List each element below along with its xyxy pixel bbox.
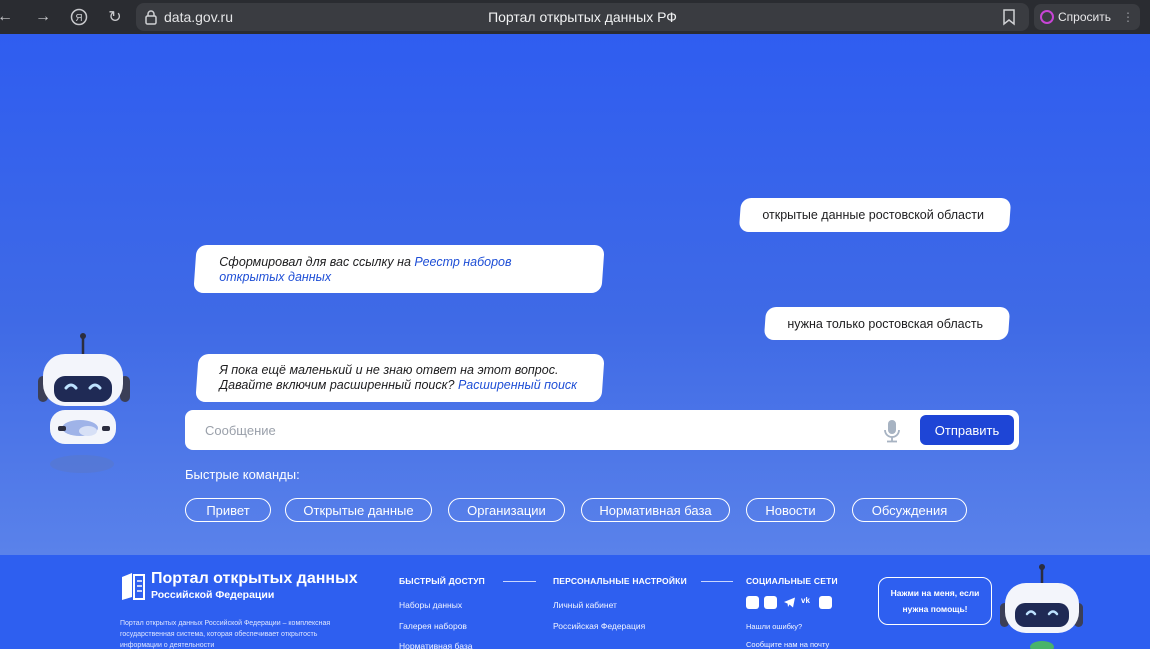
chat-area: открытые данные ростовской области Сформ… <box>0 34 1150 555</box>
gosuslugi-icon[interactable] <box>746 596 759 609</box>
back-icon[interactable]: ← <box>0 6 16 28</box>
footer-link[interactable]: Нормативная база <box>399 641 472 649</box>
microphone-icon[interactable] <box>882 419 902 443</box>
odnoklassniki-icon[interactable] <box>764 596 777 609</box>
portal-description: Портал открытых данных Российской Федера… <box>120 620 331 649</box>
bot-message-text: Давайте включим расширенный поиск? <box>219 378 458 392</box>
quick-commands-label: Быстрые команды: <box>185 467 300 482</box>
bot-message-text: Я пока ещё маленький и не знаю ответ на … <box>219 363 559 377</box>
user-message-text: нужна только ростовская область <box>787 317 984 331</box>
telegram-icon[interactable] <box>783 596 796 609</box>
portal-logo-title[interactable]: Портал открытых данных <box>151 570 358 588</box>
help-robot-icon[interactable] <box>996 563 1086 649</box>
yandex-logo-icon[interactable]: Я <box>68 6 90 28</box>
browser-toolbar: ← → Я ↻ data.gov.ru Портал открытых данн… <box>0 0 1150 34</box>
quick-command-chip[interactable]: Привет <box>185 498 271 522</box>
user-message: нужна только ростовская область <box>763 307 1011 340</box>
forward-icon[interactable]: → <box>32 6 54 28</box>
robot-assistant-icon[interactable] <box>30 332 134 476</box>
send-button[interactable]: Отправить <box>920 415 1014 445</box>
divider <box>701 581 733 582</box>
bot-message-text: Сформировал для вас ссылку на <box>219 255 415 269</box>
social-networks-heading: СОЦИАЛЬНЫЕ СЕТИ <box>746 576 838 586</box>
ask-alice-button[interactable]: Спросить ⋮ <box>1034 4 1140 30</box>
footer-link[interactable]: Российская Федерация <box>553 621 645 631</box>
user-message-text: открытые данные ростовской области <box>762 208 984 222</box>
site-footer: Портал открытых данных Российской Федера… <box>0 555 1150 649</box>
advanced-search-link[interactable]: Расширенный поиск <box>458 378 577 392</box>
vk-icon[interactable]: vk <box>801 596 814 609</box>
help-text: Нажми на меня, если <box>890 588 980 598</box>
quick-command-chip[interactable]: Новости <box>746 498 835 522</box>
footer-link[interactable]: Личный кабинет <box>553 600 617 610</box>
more-icon[interactable]: ⋮ <box>1122 10 1134 24</box>
rutube-icon[interactable] <box>819 596 832 609</box>
tab-title: Портал открытых данных РФ <box>488 9 677 25</box>
found-error-link[interactable]: Нашли ошибку? <box>746 622 802 631</box>
quick-command-chip[interactable]: Открытые данные <box>285 498 432 522</box>
quick-command-chip[interactable]: Организации <box>448 498 565 522</box>
footer-link[interactable]: Галерея наборов <box>399 621 467 631</box>
quick-command-chip[interactable]: Обсуждения <box>852 498 967 522</box>
message-input-box: Отправить <box>185 410 1019 450</box>
quick-access-heading: БЫСТРЫЙ ДОСТУП <box>399 576 485 586</box>
bookmark-icon[interactable] <box>1001 8 1017 26</box>
help-text: нужна помощь! <box>902 604 968 614</box>
user-message: открытые данные ростовской области <box>738 198 1012 232</box>
alice-icon <box>1040 10 1054 24</box>
address-bar[interactable]: data.gov.ru Портал открытых данных РФ <box>136 3 1029 31</box>
portal-logo-icon[interactable] <box>120 571 146 601</box>
personal-settings-heading: ПЕРСОНАЛЬНЫЕ НАСТРОЙКИ <box>553 576 687 586</box>
message-input[interactable] <box>205 420 855 440</box>
portal-logo-subtitle: Российской Федерации <box>151 589 275 601</box>
email-us-link[interactable]: Сообщите нам на почту <box>746 640 829 649</box>
bot-message: Сформировал для вас ссылку на Реестр наб… <box>193 245 605 293</box>
ask-label: Спросить <box>1058 10 1111 24</box>
bot-message: Я пока ещё маленький и не знаю ответ на … <box>195 354 605 402</box>
divider <box>503 581 536 582</box>
svg-text:Я: Я <box>75 13 82 24</box>
footer-link[interactable]: Наборы данных <box>399 600 462 610</box>
help-bubble[interactable]: Нажми на меня, если нужна помощь! <box>878 577 992 625</box>
quick-command-chip[interactable]: Нормативная база <box>581 498 730 522</box>
reload-icon[interactable]: ↻ <box>104 6 126 28</box>
